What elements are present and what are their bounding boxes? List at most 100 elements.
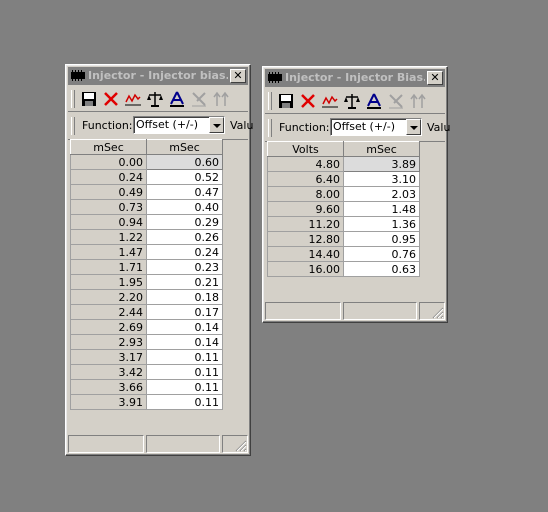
value-cell[interactable]: 2.03: [343, 186, 420, 202]
save-icon[interactable]: [80, 90, 98, 108]
row-header-cell[interactable]: 3.17: [70, 349, 147, 365]
value-cell[interactable]: 0.60: [146, 154, 223, 170]
value-cell[interactable]: 0.14: [146, 334, 223, 350]
toolbar-grip[interactable]: [268, 92, 272, 110]
value-cell[interactable]: 0.47: [146, 184, 223, 200]
resize-grip-icon[interactable]: [235, 440, 247, 452]
data-grid: mSec mSec 0.00 0.60 0.24 0.52 0.49 0.47 0.73 0.…: [70, 139, 223, 410]
value-cell[interactable]: 0.26: [146, 229, 223, 245]
row-header-cell[interactable]: 8.00: [267, 186, 344, 202]
graph-icon[interactable]: [124, 90, 142, 108]
column-header[interactable]: mSec: [343, 141, 420, 157]
row-header-cell[interactable]: 12.80: [267, 231, 344, 247]
value-cell[interactable]: 0.29: [146, 214, 223, 230]
data-table: mSec mSec 0.00 0.60 0.24 0.52 0.49 0.47 0.73 0.…: [70, 139, 223, 410]
table-row: 16.00 0.63: [267, 261, 420, 277]
column-header[interactable]: mSec: [70, 139, 147, 155]
injector-window-1: Injector - Injector bias... ✕ Function: …: [65, 64, 253, 456]
graph-icon[interactable]: [321, 92, 339, 110]
tools-icon[interactable]: [387, 92, 405, 110]
table-row: 1.71 0.23: [70, 259, 223, 275]
function-bar-grip[interactable]: [268, 119, 272, 137]
close-button[interactable]: ✕: [230, 69, 246, 83]
chevron-down-icon[interactable]: [209, 117, 224, 133]
function-bar: Function: Offset (+/-) Valu: [265, 115, 450, 142]
value-cell[interactable]: 1.36: [343, 216, 420, 232]
row-header-cell[interactable]: 0.00: [70, 154, 147, 170]
row-header-cell[interactable]: 16.00: [267, 261, 344, 277]
value-cell[interactable]: 0.95: [343, 231, 420, 247]
row-header-cell[interactable]: 9.60: [267, 201, 344, 217]
table-row: 3.66 0.11: [70, 379, 223, 395]
row-header-cell[interactable]: 3.42: [70, 364, 147, 380]
toolbar-grip[interactable]: [71, 90, 75, 108]
value-cell[interactable]: 0.17: [146, 304, 223, 320]
table-row: 0.94 0.29: [70, 214, 223, 230]
row-header-cell[interactable]: 0.73: [70, 199, 147, 215]
value-cell[interactable]: 0.11: [146, 379, 223, 395]
arrows-icon[interactable]: [212, 90, 230, 108]
delete-x-icon[interactable]: [299, 92, 317, 110]
function-select-value: Offset (+/-): [333, 120, 396, 133]
status-panel: [146, 435, 220, 453]
triangle-a-icon[interactable]: [365, 92, 383, 110]
function-select-value: Offset (+/-): [136, 118, 199, 131]
row-header-cell[interactable]: 1.95: [70, 274, 147, 290]
row-header-cell[interactable]: 3.66: [70, 379, 147, 395]
value-cell[interactable]: 0.24: [146, 244, 223, 260]
table-row: 0.49 0.47: [70, 184, 223, 200]
window-title: Injector - Injector bias...: [88, 69, 228, 82]
row-header-cell[interactable]: 1.47: [70, 244, 147, 260]
row-header-cell[interactable]: 0.94: [70, 214, 147, 230]
row-header-cell[interactable]: 0.49: [70, 184, 147, 200]
row-header-cell[interactable]: 1.71: [70, 259, 147, 275]
chevron-down-icon[interactable]: [406, 119, 421, 135]
row-header-cell[interactable]: 14.40: [267, 246, 344, 262]
row-header-cell[interactable]: 2.69: [70, 319, 147, 335]
value-cell[interactable]: 3.89: [343, 156, 420, 172]
function-label: Function:: [279, 121, 330, 134]
status-panel: [68, 435, 144, 453]
chip-icon: [268, 72, 282, 83]
scale-balance-icon[interactable]: [343, 92, 361, 110]
save-icon[interactable]: [277, 92, 295, 110]
tools-icon[interactable]: [190, 90, 208, 108]
column-header[interactable]: Volts: [267, 141, 344, 157]
value-cell[interactable]: 0.23: [146, 259, 223, 275]
title-bar[interactable]: Injector - Injector bias... ✕: [68, 67, 248, 85]
table-row: 11.20 1.36: [267, 216, 420, 232]
value-cell[interactable]: 1.48: [343, 201, 420, 217]
scale-balance-icon[interactable]: [146, 90, 164, 108]
resize-grip-icon[interactable]: [432, 307, 444, 319]
row-header-cell[interactable]: 11.20: [267, 216, 344, 232]
value-cell[interactable]: 0.40: [146, 199, 223, 215]
row-header-cell[interactable]: 1.22: [70, 229, 147, 245]
value-cell[interactable]: 0.63: [343, 261, 420, 277]
value-cell[interactable]: 0.18: [146, 289, 223, 305]
function-select[interactable]: Offset (+/-): [133, 116, 225, 134]
title-bar[interactable]: Injector - Injector Bias... ✕: [265, 69, 445, 87]
row-header-cell[interactable]: 0.24: [70, 169, 147, 185]
function-select[interactable]: Offset (+/-): [330, 118, 422, 136]
value-cell[interactable]: 0.11: [146, 349, 223, 365]
column-header[interactable]: mSec: [146, 139, 223, 155]
table-row: 12.80 0.95: [267, 231, 420, 247]
value-cell[interactable]: 3.10: [343, 171, 420, 187]
row-header-cell[interactable]: 2.44: [70, 304, 147, 320]
value-cell[interactable]: 0.14: [146, 319, 223, 335]
value-cell[interactable]: 0.11: [146, 364, 223, 380]
arrows-icon[interactable]: [409, 92, 427, 110]
delete-x-icon[interactable]: [102, 90, 120, 108]
value-cell[interactable]: 0.52: [146, 169, 223, 185]
row-header-cell[interactable]: 2.20: [70, 289, 147, 305]
row-header-cell[interactable]: 2.93: [70, 334, 147, 350]
value-cell[interactable]: 0.21: [146, 274, 223, 290]
value-cell[interactable]: 0.11: [146, 394, 223, 410]
value-cell[interactable]: 0.76: [343, 246, 420, 262]
triangle-a-icon[interactable]: [168, 90, 186, 108]
function-bar-grip[interactable]: [71, 117, 75, 135]
close-button[interactable]: ✕: [427, 71, 443, 85]
row-header-cell[interactable]: 3.91: [70, 394, 147, 410]
row-header-cell[interactable]: 6.40: [267, 171, 344, 187]
row-header-cell[interactable]: 4.80: [267, 156, 344, 172]
